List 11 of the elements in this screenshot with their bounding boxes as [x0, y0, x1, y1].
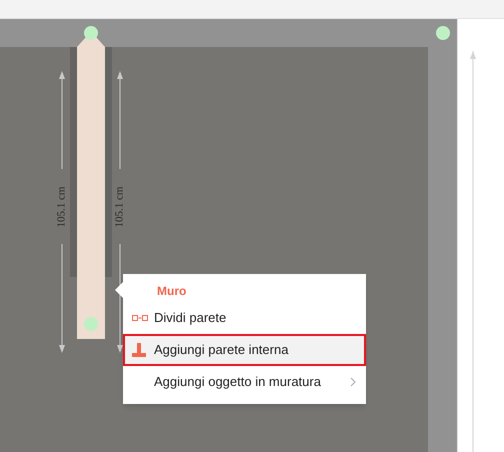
chevron-right-icon	[350, 377, 356, 387]
menu-item[interactable]: Aggiungi parete interna	[123, 334, 366, 366]
corner-handle[interactable]	[436, 26, 450, 40]
dimension-label: 105.1 cm	[56, 186, 68, 228]
wall-icon	[132, 343, 146, 357]
menu-title: Muro	[157, 283, 186, 300]
split-wall-icon	[132, 315, 148, 321]
dimension-label: 105.1 cm	[114, 186, 126, 228]
menu-item[interactable]: Aggiungi oggetto in muratura	[123, 366, 366, 398]
wall-handle[interactable]	[84, 26, 98, 40]
menu-item[interactable]: Dividi parete	[123, 302, 366, 334]
